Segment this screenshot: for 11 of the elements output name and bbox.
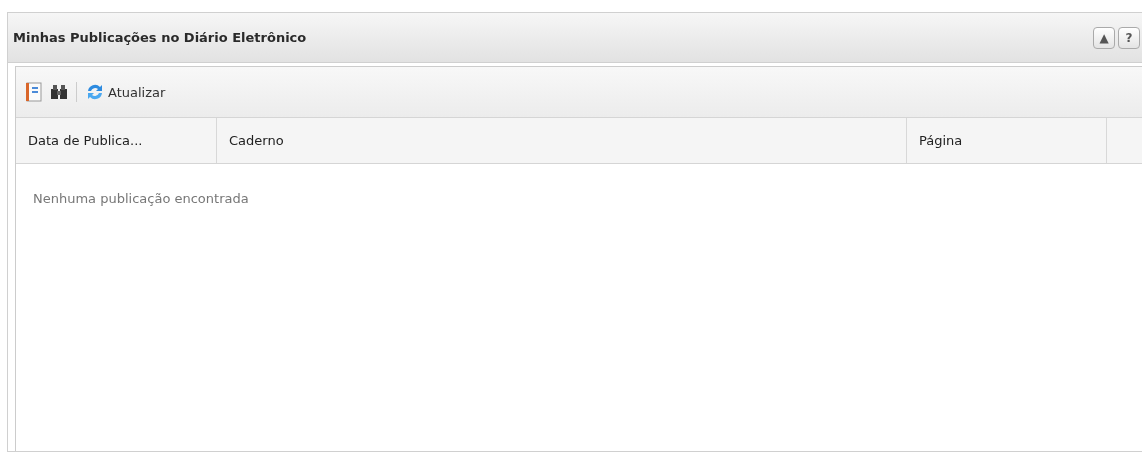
collapse-button[interactable]: ▲ [1093, 26, 1115, 49]
binoculars-icon[interactable] [50, 84, 68, 100]
empty-message: Nenhuma publicação encontrada [32, 190, 250, 206]
panel-title: Minhas Publicações no Diário Eletrônico [13, 30, 307, 45]
column-header[interactable]: Data de Publica... [16, 118, 217, 163]
help-button[interactable]: ? [1118, 26, 1140, 49]
column-header[interactable]: Página [907, 118, 1107, 163]
refresh-icon [85, 82, 105, 102]
column-header[interactable]: Caderno [217, 118, 907, 163]
notebook-icon[interactable] [26, 82, 42, 102]
refresh-button[interactable]: Atualizar [85, 82, 166, 102]
